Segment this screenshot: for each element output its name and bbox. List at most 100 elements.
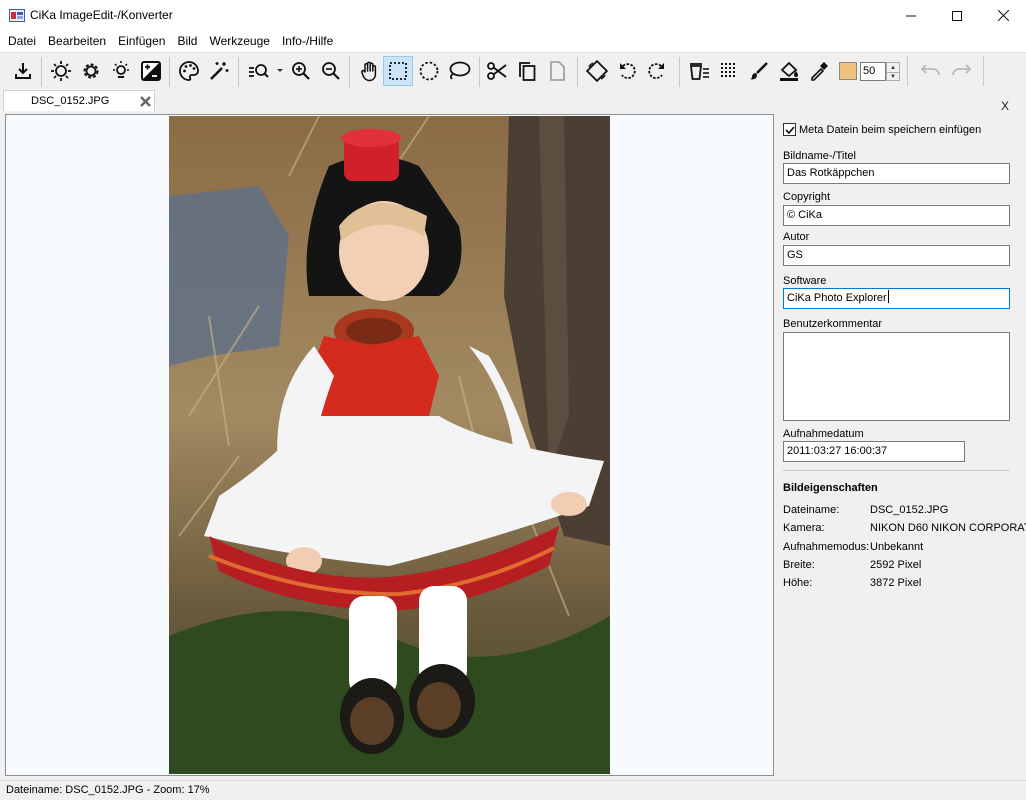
panel-close-button[interactable]: X <box>1001 99 1009 113</box>
zoom-out-button[interactable] <box>317 57 345 85</box>
cut-icon <box>487 62 507 80</box>
fill-button[interactable] <box>775 57 803 85</box>
copy-button[interactable] <box>513 57 541 85</box>
property-key: Aufnahmemodus: <box>783 541 870 553</box>
property-key: Dateiname: <box>783 504 840 516</box>
rotate-free-button[interactable] <box>583 57 611 85</box>
brush-icon <box>750 62 768 80</box>
image-canvas[interactable] <box>5 114 774 776</box>
copyright-field[interactable]: © CiKa <box>783 205 1010 226</box>
document-tab[interactable]: DSC_0152.JPG <box>3 90 155 111</box>
property-value: DSC_0152.JPG <box>870 504 949 516</box>
gear-icon <box>83 63 99 79</box>
embed-meta-row[interactable]: Meta Datein beim speichern einfügen <box>783 123 981 136</box>
close-button[interactable] <box>980 0 1026 31</box>
minimize-button[interactable] <box>888 0 934 31</box>
comment-textarea[interactable] <box>783 332 1010 421</box>
rectangle-select-icon <box>389 62 407 80</box>
close-icon <box>997 10 1009 21</box>
embed-meta-checkbox[interactable] <box>783 123 796 136</box>
comment-label: Benutzerkommentar <box>783 318 883 330</box>
menu-datei[interactable]: Datei <box>2 31 42 51</box>
brush-color-swatch[interactable] <box>839 62 857 80</box>
rotate-left-button[interactable] <box>613 57 641 85</box>
document-tab-label: DSC_0152.JPG <box>31 95 110 107</box>
photo[interactable] <box>169 116 610 774</box>
rectangle-select-button[interactable] <box>383 56 413 86</box>
color-palette-button[interactable] <box>175 57 203 85</box>
toolbar-separator <box>983 56 984 86</box>
photo-image <box>169 116 610 774</box>
property-key: Breite: <box>783 559 815 571</box>
toolbar-separator <box>169 57 170 87</box>
menu-werkzeuge[interactable]: Werkzeuge <box>203 31 275 51</box>
fill-bucket-icon <box>780 61 798 81</box>
zoom-dropdown-button[interactable] <box>244 57 286 85</box>
toolbar-separator <box>41 57 42 87</box>
date-field[interactable]: 2011:03:27 16:00:37 <box>783 441 965 462</box>
document-tab-bar: DSC_0152.JPG <box>0 90 778 112</box>
software-label: Software <box>783 275 827 287</box>
rotate-right-icon <box>648 63 664 79</box>
image-canvas-area <box>0 112 778 780</box>
ellipse-select-button[interactable] <box>415 57 443 85</box>
menu-bearbeiten[interactable]: Bearbeiten <box>42 31 112 51</box>
auto-enhance-button[interactable] <box>205 57 233 85</box>
software-field[interactable]: CiKa Photo Explorer <box>783 288 1010 309</box>
stepper-up-icon[interactable]: ▲ <box>887 63 899 72</box>
minimize-icon <box>906 15 916 16</box>
tab-close-icon[interactable] <box>139 95 152 108</box>
undo-button[interactable] <box>917 56 945 84</box>
copy-icon <box>519 62 536 81</box>
zoom-dropdown-icon <box>249 64 283 78</box>
light-icon <box>113 61 129 78</box>
exposure-button[interactable] <box>137 57 165 85</box>
menu-bild[interactable]: Bild <box>171 31 203 51</box>
cut-button[interactable] <box>483 57 511 85</box>
menu-einfuegen[interactable]: Einfügen <box>112 31 171 51</box>
properties-title: Bildeigenschaften <box>783 482 878 494</box>
redo-button[interactable] <box>947 56 975 84</box>
metadata-panel: X Meta Datein beim speichern einfügen Bi… <box>778 90 1026 780</box>
rotate-left-icon <box>620 63 636 79</box>
lasso-select-button[interactable] <box>445 57 473 85</box>
toolbar-separator <box>238 57 239 87</box>
property-value: 3872 Pixel <box>870 577 922 589</box>
pan-tool-button[interactable] <box>355 57 383 85</box>
brush-size-stepper[interactable]: ▲ ▼ <box>886 62 900 81</box>
date-label: Aufnahmedatum <box>783 428 864 440</box>
toolbar-separator <box>907 56 908 86</box>
clear-button[interactable] <box>685 57 713 85</box>
eyedropper-button[interactable] <box>805 57 833 85</box>
rotate-right-button[interactable] <box>643 57 671 85</box>
toolbar-separator <box>577 57 578 87</box>
title-field[interactable]: Das Rotkäppchen <box>783 163 1010 184</box>
paste-button[interactable] <box>543 57 571 85</box>
zoom-in-button[interactable] <box>287 57 315 85</box>
brush-size-input[interactable]: 50 <box>860 62 886 81</box>
light-button[interactable] <box>107 57 135 85</box>
maximize-button[interactable] <box>934 0 980 31</box>
brightness-icon <box>51 61 71 81</box>
window-title: CiKa ImageEdit-/Konverter <box>30 8 173 22</box>
property-value: NIKON D60 NIKON CORPORATION <box>870 522 1026 534</box>
property-value: Unbekannt <box>870 541 924 553</box>
author-field[interactable]: GS <box>783 245 1010 266</box>
maximize-icon <box>952 10 962 21</box>
menu-info-hilfe[interactable]: Info-/Hilfe <box>276 31 339 51</box>
download-icon <box>15 63 31 79</box>
menu-bar: Datei Bearbeiten Einfügen Bild Werkzeuge… <box>0 31 1026 51</box>
exposure-icon <box>141 61 161 81</box>
grid-button[interactable] <box>715 57 743 85</box>
brightness-button[interactable] <box>47 57 75 85</box>
delete-icon <box>689 63 709 80</box>
hand-icon <box>361 61 377 82</box>
lasso-icon <box>449 61 471 80</box>
title-label: Bildname-/Titel <box>783 150 856 162</box>
settings-button[interactable] <box>77 57 105 85</box>
toolbar-separator <box>349 57 350 87</box>
save-download-button[interactable] <box>9 57 37 85</box>
property-value: 2592 Pixel <box>870 559 922 571</box>
brush-button[interactable] <box>745 57 773 85</box>
stepper-down-icon[interactable]: ▼ <box>887 72 899 81</box>
